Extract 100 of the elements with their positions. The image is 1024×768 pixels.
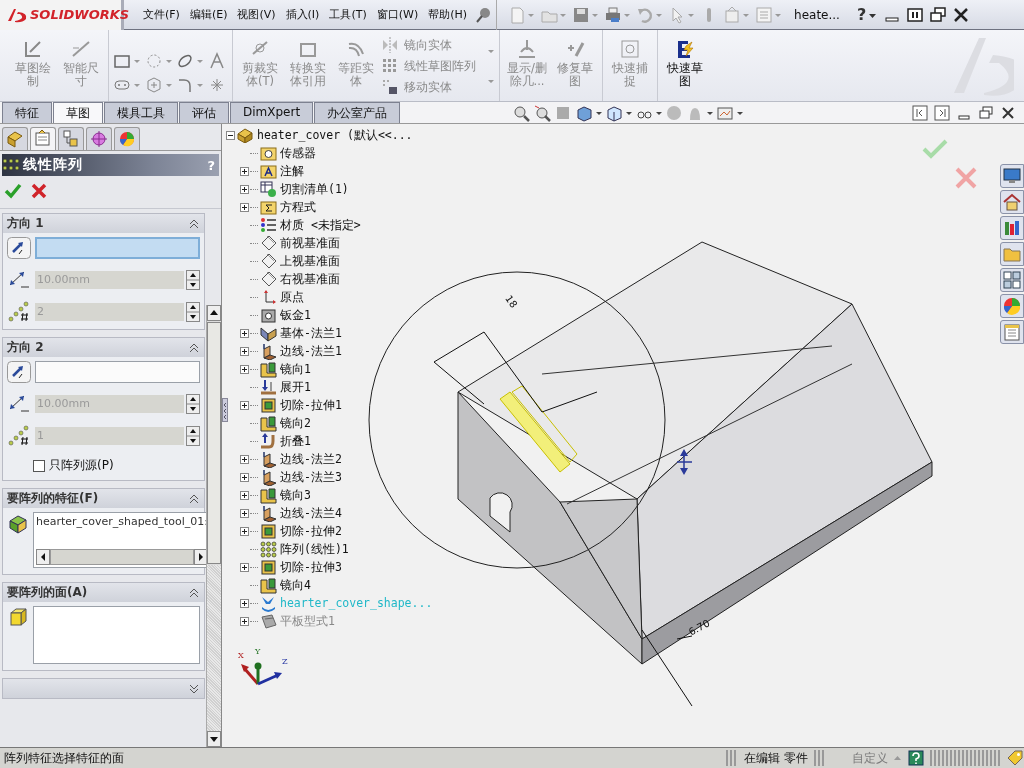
face-list[interactable]: [33, 606, 200, 664]
help-button[interactable]: ?: [853, 5, 870, 24]
spinner-icon[interactable]: [186, 426, 200, 446]
tab[interactable]: 模具工具: [104, 102, 178, 123]
tree-item[interactable]: 阵列(线性)1: [280, 541, 349, 557]
rectangle-icon[interactable]: [113, 52, 131, 70]
tree-item[interactable]: 前视基准面: [280, 235, 340, 251]
vertical-scrollbar[interactable]: [206, 305, 221, 747]
collapse-icon[interactable]: [188, 492, 200, 505]
expand-button[interactable]: [240, 472, 250, 482]
collapse-icon[interactable]: [188, 217, 200, 230]
tree-item[interactable]: 边线-法兰1: [280, 343, 342, 359]
menu-item[interactable]: 帮助(H): [423, 7, 473, 22]
expand-button[interactable]: [240, 526, 250, 536]
feature-list[interactable]: hearter_cover_shaped_tool_01:: [33, 512, 206, 568]
task-pane-tab[interactable]: [1000, 190, 1024, 214]
tree-item[interactable]: 折叠1: [280, 433, 311, 449]
spinner-icon[interactable]: [186, 394, 200, 414]
tree-item[interactable]: 镜向3: [280, 487, 311, 503]
tree-item[interactable]: 注解: [280, 163, 304, 179]
selection-field[interactable]: [35, 361, 200, 383]
expand-button[interactable]: [240, 508, 250, 518]
split-right-icon[interactable]: [934, 104, 950, 121]
menu-item[interactable]: 插入(I): [280, 7, 325, 22]
expand-button[interactable]: [240, 598, 250, 608]
scroll-down-icon[interactable]: [207, 731, 221, 747]
panel-tab[interactable]: [2, 127, 28, 150]
panel-tab[interactable]: [86, 127, 112, 150]
expand-button[interactable]: [240, 346, 250, 356]
tab[interactable]: DimXpert: [230, 102, 314, 123]
expand-button[interactable]: [240, 166, 250, 176]
dimension-value[interactable]: 6.70: [686, 617, 712, 638]
expand-button[interactable]: [240, 454, 250, 464]
split-left-icon[interactable]: [912, 104, 928, 121]
task-pane-tab[interactable]: [1000, 294, 1024, 318]
panel-tab[interactable]: [114, 127, 140, 150]
tree-item[interactable]: 上视基准面: [280, 253, 340, 269]
expand-icon[interactable]: [188, 682, 200, 695]
direction-button-icon[interactable]: [7, 237, 31, 259]
collapse-icon[interactable]: [188, 341, 200, 354]
tree-item[interactable]: heater_cover (默认<<...: [257, 127, 413, 143]
tree-item[interactable]: 切割清单(1): [280, 181, 349, 197]
tab[interactable]: 特征: [2, 102, 52, 123]
ok-icon[interactable]: [4, 182, 22, 200]
panel-tab[interactable]: [58, 127, 84, 150]
zoom-icon[interactable]: [512, 103, 531, 122]
tree-item[interactable]: 镜向1: [280, 361, 311, 377]
collapse-icon[interactable]: [188, 586, 200, 599]
tree-item[interactable]: 钣金1: [280, 307, 311, 323]
tree-item[interactable]: 切除-拉伸3: [280, 559, 342, 575]
expand-button[interactable]: [240, 562, 250, 572]
text-icon[interactable]: [207, 52, 226, 70]
expand-button[interactable]: [240, 202, 250, 212]
tree-item[interactable]: 方程式: [280, 199, 316, 215]
menu-item[interactable]: 视图(V): [232, 7, 281, 22]
restore-icon[interactable]: [978, 104, 994, 121]
dimension-value[interactable]: 18: [503, 293, 520, 310]
tree-item[interactable]: 材质 <未指定>: [280, 217, 361, 233]
tree-item[interactable]: 展开1: [280, 379, 311, 395]
tab[interactable]: 办公室产品: [314, 102, 401, 123]
help-icon[interactable]: [908, 750, 924, 766]
task-pane-tab[interactable]: [1000, 320, 1024, 344]
tree-item[interactable]: 切除-拉伸1: [280, 397, 342, 413]
tree-item[interactable]: 镜向4: [280, 577, 311, 593]
tag-icon[interactable]: [1006, 749, 1024, 767]
task-pane-tab[interactable]: [1000, 242, 1024, 266]
tree-item[interactable]: 原点: [280, 289, 304, 305]
tab[interactable]: 评估: [179, 102, 229, 123]
tree-item[interactable]: 镜向2: [280, 415, 311, 431]
print-icon[interactable]: [604, 5, 623, 24]
scroll-right-icon[interactable]: [193, 549, 206, 565]
tree-item[interactable]: 边线-法兰4: [280, 505, 342, 521]
expand-button[interactable]: [240, 184, 250, 194]
tree-item[interactable]: 边线-法兰3: [280, 469, 342, 485]
list-item[interactable]: hearter_cover_shaped_tool_01:: [36, 515, 206, 528]
expand-button[interactable]: [240, 364, 250, 374]
tree-item[interactable]: 切除-拉伸2: [280, 523, 342, 539]
task-pane-tab[interactable]: [1000, 164, 1024, 188]
task-pane-tab[interactable]: [1000, 216, 1024, 240]
collapse-handle-icon[interactable]: [222, 398, 228, 422]
tree-item[interactable]: 传感器: [280, 145, 316, 161]
pin-icon[interactable]: [474, 5, 493, 24]
close-icon[interactable]: [952, 5, 971, 24]
menu-item[interactable]: 窗口(W): [371, 7, 424, 22]
zoom-area-icon[interactable]: [533, 103, 552, 122]
ribbon-button[interactable]: 快速草图: [662, 36, 708, 90]
tree-item[interactable]: 右视基准面: [280, 271, 340, 287]
close-icon[interactable]: [1000, 104, 1016, 121]
panel-tab[interactable]: [30, 127, 56, 150]
spinner-icon[interactable]: [186, 270, 200, 290]
expand-button[interactable]: [240, 490, 250, 500]
scroll-left-icon[interactable]: [36, 549, 50, 565]
scroll-up-icon[interactable]: [207, 305, 221, 321]
menu-item[interactable]: 工具(T): [324, 7, 372, 22]
menu-item[interactable]: 编辑(E): [184, 7, 233, 22]
ellipse-icon[interactable]: [176, 52, 195, 70]
tab[interactable]: 草图: [53, 102, 103, 123]
tree-item[interactable]: 基体-法兰1: [280, 325, 342, 341]
expand-button[interactable]: [226, 130, 236, 140]
horizontal-scrollbar[interactable]: [36, 549, 206, 565]
